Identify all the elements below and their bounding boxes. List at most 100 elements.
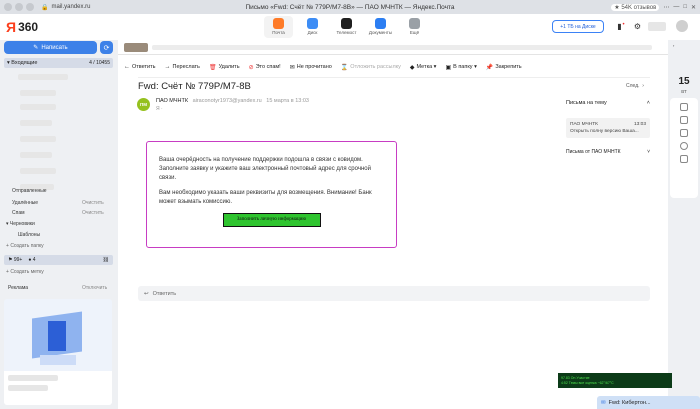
calendar-date[interactable]: 15 [672, 76, 696, 87]
message-toolbar: ← Ответить → Переслать 🗑 Удалить ⊘ Это спам! ✉ Не… [124, 60, 522, 74]
next-icon[interactable]: › [673, 43, 674, 48]
fill-info-button[interactable]: Заполнить личную информацию [222, 213, 321, 227]
mail-header: Я 360 Почта Диск Телемост Документы Ещё +1 ТБ… [0, 14, 700, 40]
pie-icon[interactable] [680, 142, 688, 150]
grid-icon[interactable] [680, 129, 688, 137]
body-paragraph-2: Вам необходимо указать ваши реквизиты дл… [159, 190, 372, 205]
status-overlay: 97.83 On Участие 4:52 Темы вое оценка ~6… [558, 373, 672, 388]
toolbar-item-6[interactable]: ◆ Метка ▾ [410, 64, 437, 71]
folder-blurred [20, 152, 52, 158]
settings-icon[interactable]: ⚙ [633, 22, 642, 31]
toolbar-item-8[interactable]: 📌 Закрепить [486, 64, 522, 71]
folder-blurred [20, 104, 56, 110]
toolbar-icon: ▣ [445, 64, 452, 71]
toolbar-item-3[interactable]: ⊘ Это спам! [249, 64, 281, 71]
toolbar-label: Метка ▾ [416, 64, 437, 70]
toolbar-item-5[interactable]: ⌛ Отложить рассылку [341, 64, 401, 71]
app-0[interactable]: Почта [264, 16, 293, 38]
toolbar-label: Отложить рассылку [350, 64, 401, 70]
toolbar-icon: ✉ [289, 64, 295, 71]
notification-dot: • [622, 21, 625, 28]
chevron-down-icon: ˅ [647, 149, 650, 156]
clear-deleted-link[interactable]: Очистить [82, 200, 104, 206]
chevron-up-icon: ˄ [646, 100, 650, 106]
sender-messages-link[interactable]: Письма от ПАО МЧНТК ˅ [566, 149, 650, 155]
address-bar[interactable]: 🔒 mail.yandex.ru [41, 4, 91, 11]
recipients-bar [118, 40, 668, 55]
folder-blurred [20, 120, 52, 126]
maximize-icon[interactable]: □ [683, 4, 687, 10]
ad-disable-link[interactable]: Отключить [82, 285, 107, 291]
tab-title: Письмо «Fwd: Счёт № 779Р/М7-8В» — ПАО МЧ… [245, 3, 455, 11]
thread-item[interactable]: ПАО МЧНТК 13:03 Открыть полну версию Ваша… [566, 118, 650, 139]
create-label-link[interactable]: + Создать метку [6, 269, 44, 275]
tasks-icon[interactable] [680, 116, 688, 124]
folder-blurred [18, 74, 68, 80]
notes-icon[interactable] [680, 103, 688, 111]
tags-bar: ⚑ 99+ ● 4 ⛓ [4, 255, 113, 265]
sidebar-item-inbox[interactable]: ▾ Входящие 4 / 10455 [4, 58, 113, 68]
app-label: Документы [368, 30, 393, 35]
app-4[interactable]: Ещё [400, 16, 429, 38]
yandex-360-logo[interactable]: Я 360 [6, 19, 38, 35]
avatar[interactable] [676, 20, 688, 32]
message-date: 15 марта в 13:03 [266, 98, 309, 104]
recipients-blurred [152, 45, 652, 50]
document-icon[interactable] [680, 155, 688, 163]
notification-toast[interactable]: ✉ Fwd: Кибертон... [597, 396, 700, 409]
toolbar-item-4[interactable]: ✉ Не прочитано [290, 64, 332, 71]
reviews-badge[interactable]: ★ 54K отзывов [611, 3, 660, 11]
thread-header[interactable]: Письма на тему ˄ [566, 100, 650, 106]
tag-flag[interactable]: ⚑ 99+ [8, 257, 22, 263]
sidebar-item-templates[interactable]: Шаблоны [18, 232, 40, 238]
link-icon[interactable]: ⛓ [103, 257, 109, 263]
close-window-icon[interactable]: ✕ [691, 4, 696, 11]
mail-icon: ✉ [601, 399, 606, 406]
toolbar-item-1[interactable]: → Переслать [165, 64, 200, 70]
pen-icon: ✎ [33, 45, 39, 51]
refresh-button[interactable]: ⟳ [100, 41, 113, 54]
chevron-right-icon: › [642, 83, 644, 89]
next-message-link[interactable]: След. › [626, 83, 644, 89]
clear-spam-link[interactable]: Очистить [82, 210, 104, 216]
app-3[interactable]: Документы [366, 16, 395, 38]
ad-image[interactable] [4, 299, 112, 405]
sidebar-item-deleted[interactable]: Удалённые [12, 200, 38, 206]
sender-avatar[interactable]: ПМ [137, 98, 150, 111]
url-text: mail.yandex.ru [51, 4, 91, 10]
message-pane: ← Ответить → Переслать 🗑 Удалить ⊘ Это спам! ✉ Не… [118, 40, 668, 409]
reload-icon[interactable] [26, 3, 34, 11]
folder-blurred [20, 90, 56, 96]
sidebar-item-spam[interactable]: Спам [12, 210, 25, 216]
sender-line: ПАО МЧНТК airaconotyr1973@yandex.ru 15 м… [156, 98, 309, 104]
app-1[interactable]: Диск [298, 16, 327, 38]
calendar-weekday: ВТ [681, 89, 687, 94]
create-folder-link[interactable]: + Создать папку [6, 243, 44, 249]
user-name-blurred [648, 22, 666, 31]
sender-email[interactable]: airaconotyr1973@yandex.ru [193, 98, 262, 104]
toolbar-item-7[interactable]: ▣ В папку ▾ [445, 64, 476, 71]
toolbar-item-2[interactable]: 🗑 Удалить [209, 64, 240, 71]
app-icon [307, 18, 318, 29]
tag-dot[interactable]: ● 4 [28, 257, 35, 263]
forward-icon[interactable] [15, 3, 23, 11]
toolbar-item-0[interactable]: ← Ответить [124, 64, 156, 70]
reply-icon: ↩ [144, 290, 149, 297]
app-2[interactable]: Телемост [332, 16, 361, 38]
toolbar-icon: → [164, 64, 171, 70]
recipient-line[interactable]: Я · [156, 106, 163, 112]
divider [138, 77, 650, 78]
sidebar-item-drafts[interactable]: ▾ Черновики [6, 221, 35, 227]
back-icon[interactable] [4, 3, 12, 11]
toolbar-icon: ◆ [409, 64, 415, 71]
sidebar-item-sent[interactable]: Отправленные [12, 188, 47, 194]
extensions-icon[interactable]: ⋯ [663, 4, 669, 11]
quick-reply-bar[interactable]: ↩ Ответить [138, 286, 650, 301]
compose-button[interactable]: ✎ Написать [4, 41, 97, 54]
toolbar-icon: ← [124, 64, 130, 70]
app-switcher: Почта Диск Телемост Документы Ещё [264, 16, 429, 38]
disk-upgrade-button[interactable]: +1 ТБ на Диске [552, 20, 604, 33]
sender-name[interactable]: ПАО МЧНТК [156, 98, 188, 104]
minimize-icon[interactable]: — [673, 4, 679, 10]
toolbar-label: Удалить [218, 64, 240, 70]
